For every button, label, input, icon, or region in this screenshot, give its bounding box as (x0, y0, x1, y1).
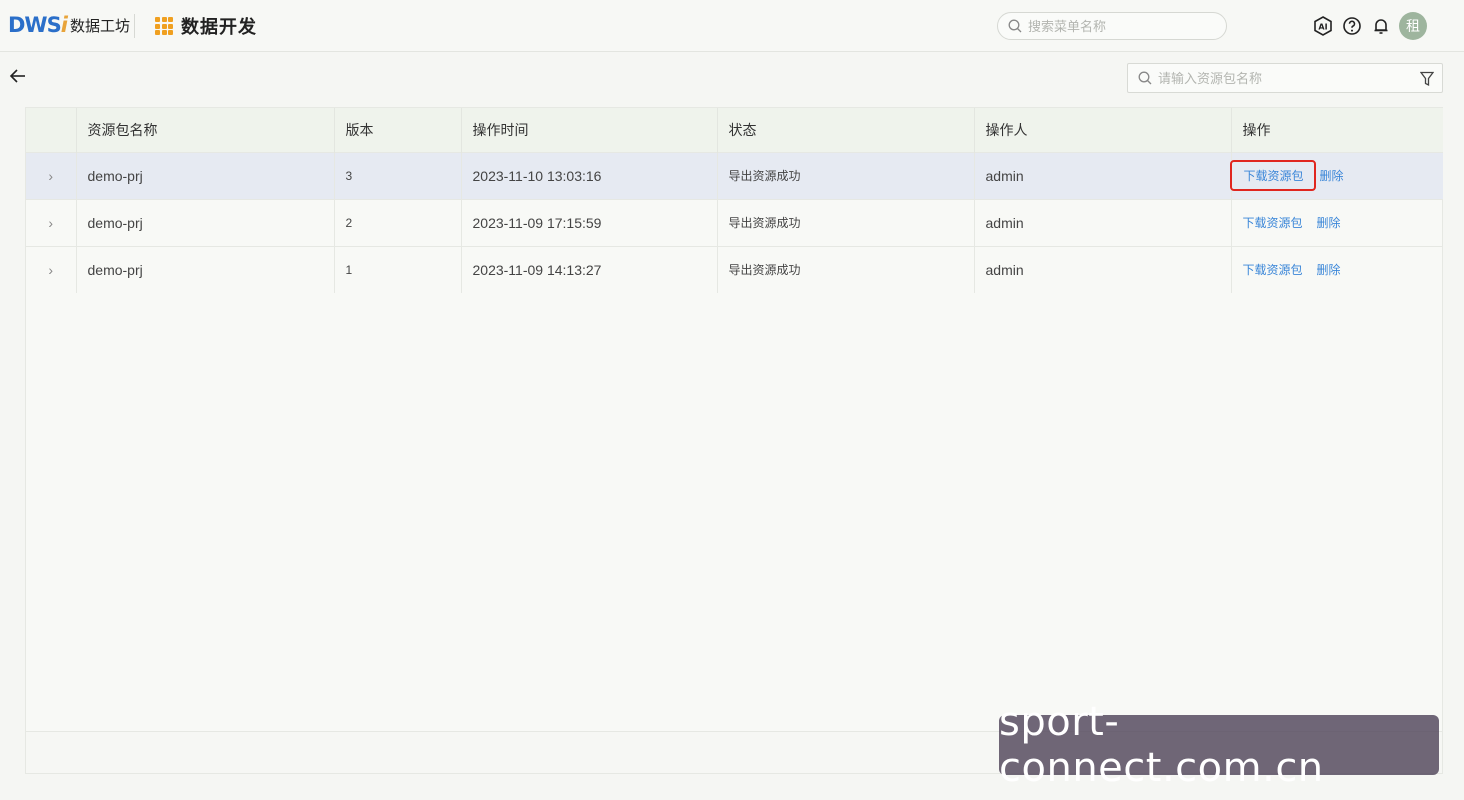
logo-mark: DWSi (8, 13, 68, 37)
cell-time: 2023-11-09 14:13:27 (461, 246, 718, 293)
expand-chevron-icon[interactable]: › (26, 246, 77, 293)
cell-operator: admin (974, 246, 1232, 293)
table-row[interactable]: › demo-prj 3 2023-11-10 13:03:16 导出资源成功 … (26, 152, 1443, 199)
delete-link[interactable]: 删除 (1320, 169, 1344, 183)
column-header-operator[interactable]: 操作人 (974, 108, 1232, 152)
column-header-time[interactable]: 操作时间 (461, 108, 718, 152)
cell-version: 1 (334, 246, 462, 293)
table-header-row: 资源包名称 版本 操作时间 状态 操作人 操作 (26, 108, 1443, 152)
column-header-status[interactable]: 状态 (717, 108, 975, 152)
package-search-input[interactable] (1158, 70, 1328, 86)
cell-time: 2023-11-09 17:15:59 (461, 199, 718, 246)
help-icon[interactable] (1341, 12, 1363, 40)
cell-version: 3 (334, 152, 462, 199)
cell-version: 2 (334, 199, 462, 246)
search-icon (1008, 19, 1022, 33)
download-package-link[interactable]: 下载资源包 (1243, 216, 1303, 230)
notification-bell-icon[interactable] (1370, 12, 1392, 40)
app-logo[interactable]: DWSi 数据工坊 (8, 12, 130, 38)
cell-actions: 下载资源包 删除 (1231, 199, 1443, 246)
column-header-name[interactable]: 资源包名称 (76, 108, 335, 152)
cell-status: 导出资源成功 (717, 199, 975, 246)
cell-status: 导出资源成功 (717, 246, 975, 293)
back-arrow-icon[interactable] (8, 66, 30, 88)
header-actions: AI 租 (1312, 12, 1427, 40)
download-package-link[interactable]: 下载资源包 (1243, 263, 1303, 277)
delete-link[interactable]: 删除 (1317, 216, 1341, 230)
logo-text: 数据工坊 (69, 17, 130, 35)
top-header: DWSi 数据工坊 数据开发 AI (0, 0, 1464, 52)
ai-assistant-icon[interactable]: AI (1312, 12, 1334, 40)
table-row[interactable]: › demo-prj 1 2023-11-09 14:13:27 导出资源成功 … (26, 246, 1443, 293)
column-header-actions: 操作 (1242, 121, 1271, 138)
cell-status: 导出资源成功 (717, 152, 975, 199)
menu-search-input[interactable] (1028, 18, 1198, 34)
expand-chevron-icon[interactable]: › (26, 152, 77, 199)
header-divider (134, 14, 135, 38)
column-header-version[interactable]: 版本 (334, 108, 462, 152)
search-icon (1138, 71, 1152, 85)
app-grid-icon (155, 17, 173, 35)
cell-operator: admin (974, 152, 1232, 199)
filter-icon[interactable] (1420, 71, 1434, 87)
cell-operator: admin (974, 199, 1232, 246)
cell-name: demo-prj (76, 246, 335, 293)
table-row[interactable]: › demo-prj 2 2023-11-09 17:15:59 导出资源成功 … (26, 199, 1443, 246)
cell-actions: 下载资源包 删除 (1231, 246, 1443, 293)
resource-package-table: 资源包名称 版本 操作时间 状态 操作人 操作 › demo-prj 3 202… (25, 107, 1443, 774)
expand-chevron-icon[interactable]: › (26, 199, 77, 246)
expand-column-header (26, 108, 77, 152)
cell-actions: 下载资源包 删除 (1229, 152, 1443, 199)
cell-time: 2023-11-10 13:03:16 (461, 152, 718, 199)
download-package-link[interactable]: 下载资源包 (1229, 160, 1316, 191)
user-avatar[interactable]: 租 (1399, 12, 1427, 40)
module-switcher[interactable]: 数据开发 (155, 13, 257, 39)
svg-text:AI: AI (1318, 23, 1327, 32)
cell-name: demo-prj (76, 152, 335, 199)
watermark: sport-connect.com.cn (999, 699, 1439, 791)
package-search-box[interactable] (1127, 63, 1443, 93)
cell-name: demo-prj (76, 199, 335, 246)
module-title: 数据开发 (181, 17, 257, 37)
delete-link[interactable]: 删除 (1317, 263, 1341, 277)
menu-search-box[interactable] (997, 12, 1227, 40)
